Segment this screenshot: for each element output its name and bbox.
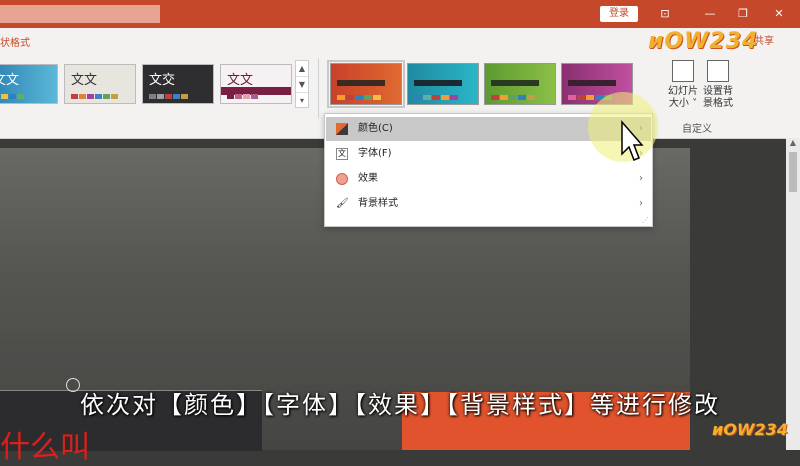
gallery-down-icon[interactable]: ▼	[296, 77, 308, 93]
scroll-up-icon[interactable]: ▲	[786, 138, 800, 150]
theme-thumbnail[interactable]: 文文	[0, 64, 58, 104]
theme-thumbnail[interactable]: 文文	[220, 64, 292, 104]
theme-swatches	[149, 94, 188, 99]
effects-icon	[336, 173, 348, 185]
slide-size-button[interactable]: 幻灯片 大小 ˅	[666, 60, 700, 110]
menu-item-background-styles[interactable]: 🖌 背景样式 ›	[326, 192, 651, 216]
restore-button[interactable]: ❐	[728, 4, 758, 24]
title-search-field[interactable]	[0, 5, 160, 23]
theme-swatches	[0, 94, 24, 99]
title-bar: 登录 ⊡ — ❐ ✕	[0, 0, 800, 28]
menu-item-effects[interactable]: 效果 ›	[326, 167, 651, 191]
format-background-button[interactable]: 设置背 景格式	[701, 60, 735, 110]
theme-thumbnail-text: 文文	[71, 73, 98, 88]
theme-thumbnail-text: 文文	[0, 73, 20, 88]
ribbon-tab-label[interactable]: 状格式	[0, 34, 30, 49]
chevron-right-icon: ›	[639, 173, 643, 184]
variant-teal[interactable]	[407, 63, 479, 105]
theme-thumbnail[interactable]: 文文	[64, 64, 136, 104]
theme-gallery-scroll[interactable]: ▲ ▼ ▾	[295, 60, 309, 108]
theme-swatches	[71, 94, 118, 99]
variant-orange[interactable]	[327, 60, 405, 108]
slide-size-icon	[672, 60, 694, 82]
video-caption: 依次对【颜色】【字体】【效果】【背景样式】等进行修改	[80, 391, 720, 419]
chevron-right-icon: ›	[639, 198, 643, 209]
watermark-logo: ᴎOW234	[648, 29, 759, 54]
gallery-more-icon[interactable]: ▾	[296, 93, 308, 108]
ribbon-divider	[318, 58, 319, 118]
slide-red-text: 什么叫	[0, 430, 90, 465]
close-button[interactable]: ✕	[764, 4, 794, 24]
font-icon: 文	[336, 148, 348, 160]
login-button[interactable]: 登录	[600, 6, 638, 22]
theme-thumbnail-text: 文交	[149, 73, 176, 88]
theme-thumbnail[interactable]: 文交	[142, 64, 214, 104]
ribbon-display-options-icon[interactable]: ⊡	[650, 4, 680, 24]
custom-group-label: 自定义	[682, 124, 712, 135]
theme-thumbnail-text: 文文	[227, 73, 254, 88]
menu-item-label: 背景样式	[358, 198, 398, 209]
menu-item-label: 效果	[358, 173, 378, 184]
palette-icon	[336, 123, 348, 135]
resize-grip-icon[interactable]: ⋰	[642, 216, 649, 224]
menu-item-label: 字体(F)	[358, 148, 392, 159]
theme-swatches	[227, 94, 258, 99]
background-style-icon: 🖌	[336, 198, 349, 209]
scroll-thumb[interactable]	[789, 152, 797, 192]
watermark-logo-small: ᴎOW234	[712, 420, 788, 439]
minimize-button[interactable]: —	[695, 4, 725, 24]
mouse-cursor-icon	[621, 120, 644, 161]
gallery-up-icon[interactable]: ▲	[296, 61, 308, 77]
format-background-label: 设置背 景格式	[703, 86, 733, 109]
menu-item-label: 颜色(C)	[358, 123, 393, 134]
variant-green[interactable]	[484, 63, 556, 105]
slide-size-label: 幻灯片 大小 ˅	[668, 86, 698, 109]
format-background-icon	[707, 60, 729, 82]
